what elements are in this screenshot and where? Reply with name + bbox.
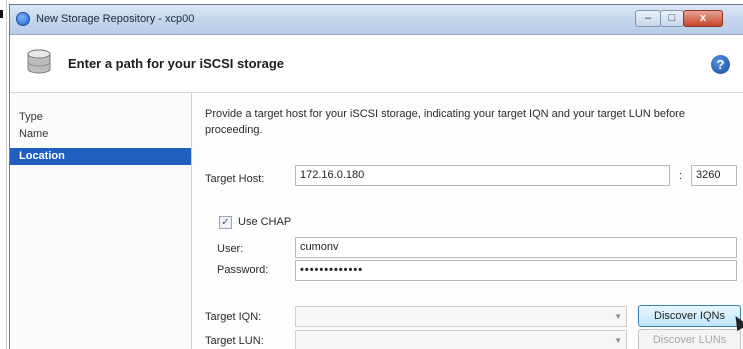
background-window-edge — [0, 0, 7, 349]
use-chap-checkbox[interactable]: ✓ — [219, 216, 232, 229]
close-button[interactable]: x — [683, 10, 723, 27]
target-iqn-select[interactable]: ▼ — [295, 306, 627, 327]
user-label: User: — [217, 243, 244, 255]
storage-drive-icon — [27, 49, 51, 74]
page-title: Enter a path for your iSCSI storage — [68, 56, 284, 71]
target-iqn-label: Target IQN: — [205, 311, 262, 323]
instructions-text: Provide a target host for your iSCSI sto… — [205, 108, 685, 136]
chevron-down-icon: ▼ — [614, 336, 622, 345]
discover-iqns-button[interactable]: Discover IQNs — [638, 305, 741, 327]
sidebar-item-type[interactable]: Type — [10, 109, 191, 126]
port-separator: : — [679, 170, 683, 182]
target-lun-label: Target LUN: — [205, 335, 264, 347]
chap-password-input[interactable]: ••••••••••••• — [295, 260, 737, 281]
wizard-steps-sidebar: Type Name Location — [10, 93, 192, 349]
background-window-marker — [0, 10, 3, 18]
discover-luns-button[interactable]: Discover LUNs — [638, 329, 741, 349]
target-port-input[interactable]: 3260 — [691, 165, 737, 186]
target-host-input[interactable]: 172.16.0.180 — [295, 165, 670, 186]
app-icon — [16, 12, 30, 26]
minimize-icon: – — [644, 12, 652, 24]
wizard-header: Enter a path for your iSCSI storage ? — [10, 35, 743, 93]
sidebar-item-location[interactable]: Location — [10, 148, 191, 165]
chap-user-input[interactable]: cumonv — [295, 237, 737, 258]
password-label: Password: — [217, 264, 269, 276]
window-title: New Storage Repository - xcp00 — [36, 13, 195, 25]
sidebar-item-name[interactable]: Name — [10, 126, 191, 143]
target-lun-select[interactable]: ▼ — [295, 330, 627, 349]
title-bar[interactable]: New Storage Repository - xcp00 – □ x — [10, 5, 743, 35]
close-icon: x — [699, 12, 707, 24]
minimize-button[interactable]: – — [635, 10, 661, 27]
maximize-button[interactable]: □ — [660, 10, 684, 27]
new-storage-repository-dialog: New Storage Repository - xcp00 – □ x Ent… — [9, 4, 743, 349]
chevron-down-icon: ▼ — [614, 312, 622, 321]
target-host-label: Target Host: — [205, 173, 265, 185]
location-form: Provide a target host for your iSCSI sto… — [193, 93, 743, 349]
help-icon[interactable]: ? — [711, 55, 730, 74]
maximize-icon: □ — [668, 12, 676, 24]
use-chap-label: Use CHAP — [238, 216, 292, 228]
